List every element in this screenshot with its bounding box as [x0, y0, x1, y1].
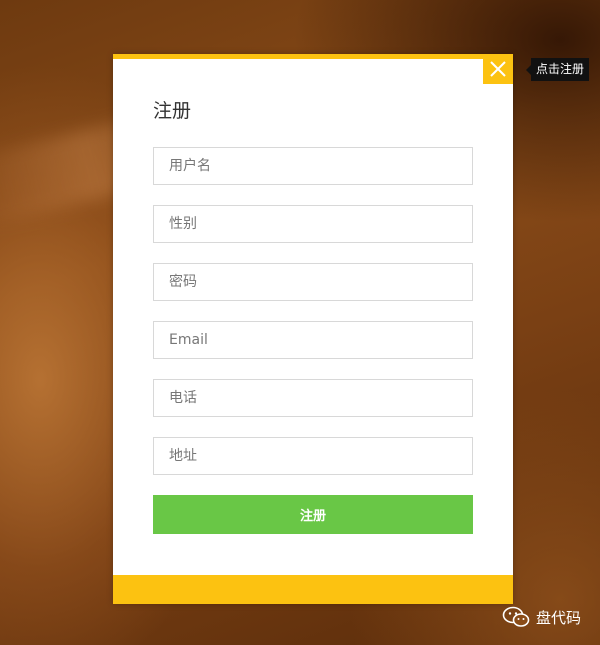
- register-submit-button[interactable]: 注册: [153, 495, 473, 534]
- register-modal: 注册 注册: [113, 54, 513, 604]
- wechat-icon: [502, 606, 530, 627]
- close-tooltip: 点击注册: [525, 58, 590, 81]
- modal-title: 注册: [153, 100, 192, 122]
- modal-bottom-accent-bar: [113, 575, 513, 604]
- close-icon: [490, 61, 506, 77]
- watermark: 盘代码: [502, 604, 581, 630]
- password-field[interactable]: [153, 263, 473, 301]
- gender-field[interactable]: [153, 205, 473, 243]
- phone-input[interactable]: [154, 380, 472, 416]
- close-button[interactable]: [483, 54, 513, 84]
- email-field[interactable]: [153, 321, 473, 359]
- password-input[interactable]: [154, 264, 472, 300]
- email-input[interactable]: [154, 322, 472, 358]
- phone-field[interactable]: [153, 379, 473, 417]
- address-input[interactable]: [154, 438, 472, 474]
- username-input[interactable]: [154, 148, 472, 184]
- username-field[interactable]: [153, 147, 473, 185]
- address-field[interactable]: [153, 437, 473, 475]
- modal-top-accent-bar: [113, 54, 513, 59]
- watermark-label: 盘代码: [536, 608, 582, 627]
- gender-input[interactable]: [154, 206, 472, 242]
